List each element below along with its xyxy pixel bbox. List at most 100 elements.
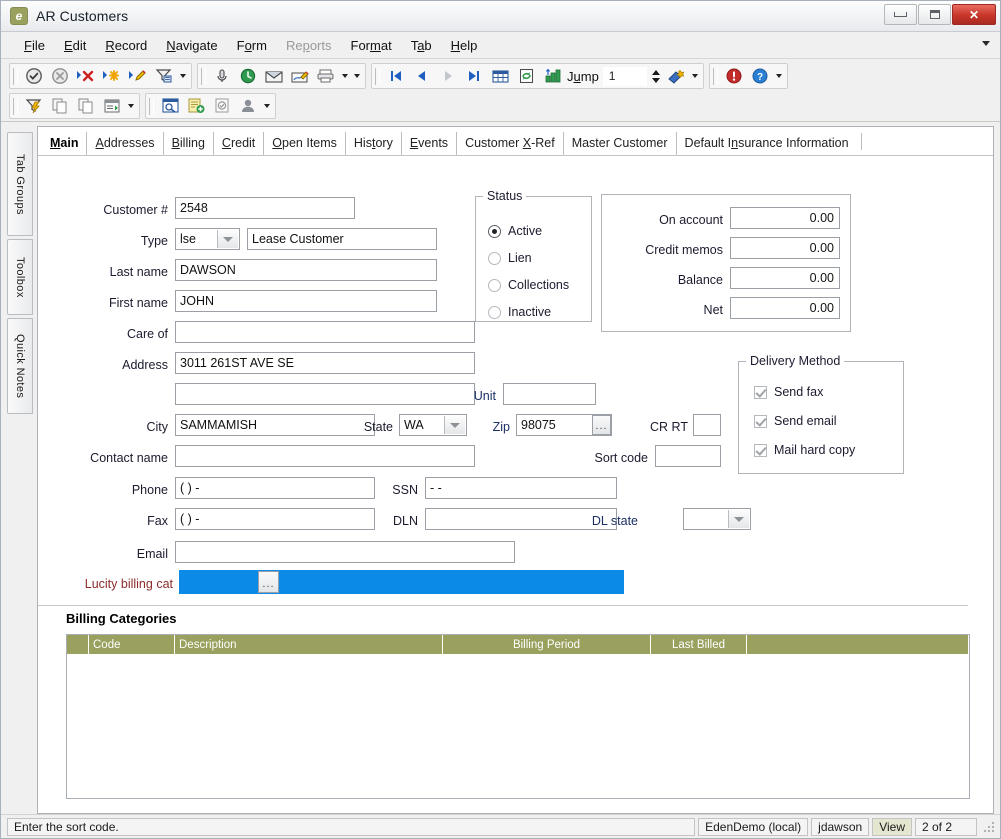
menu-file[interactable]: File bbox=[15, 36, 55, 55]
state-combo[interactable]: WA bbox=[399, 414, 467, 436]
previous-record-icon[interactable] bbox=[409, 64, 435, 88]
chevron-down-icon[interactable] bbox=[444, 416, 465, 434]
signature-icon[interactable] bbox=[287, 64, 313, 88]
menu-format[interactable]: Format bbox=[342, 36, 402, 55]
column-header-last-billed[interactable]: Last Billed bbox=[651, 635, 747, 654]
cancel-icon[interactable] bbox=[47, 64, 73, 88]
vertical-tab-toolbox[interactable]: Toolbox bbox=[7, 239, 33, 315]
status-radio-collections[interactable]: Collections bbox=[488, 278, 569, 292]
care-of-input[interactable] bbox=[175, 321, 475, 343]
column-header-code[interactable]: Code bbox=[89, 635, 175, 654]
chevron-down-icon[interactable] bbox=[217, 230, 238, 248]
column-header-filler[interactable] bbox=[747, 635, 969, 654]
bookmark-icon[interactable] bbox=[663, 64, 689, 88]
vertical-tab-quick-notes[interactable]: Quick Notes bbox=[7, 318, 33, 414]
tab-credit[interactable]: Credit bbox=[212, 132, 263, 155]
report-icon[interactable] bbox=[99, 94, 125, 118]
ssn-input[interactable]: - - bbox=[425, 477, 617, 499]
delivery-checkbox-mail-hard-copy[interactable]: Mail hard copy bbox=[754, 443, 855, 457]
toolbar-overflow-caret[interactable] bbox=[261, 94, 273, 118]
toolbar-grip[interactable] bbox=[375, 67, 380, 85]
zip-browse-button[interactable]: ... bbox=[592, 415, 611, 435]
email-input[interactable] bbox=[175, 541, 515, 563]
address-line1-input[interactable]: 3011 261ST AVE SE bbox=[175, 352, 475, 374]
jump-spinner[interactable] bbox=[650, 65, 663, 87]
quick-filter-icon[interactable] bbox=[21, 94, 47, 118]
toolbar-grip[interactable] bbox=[712, 67, 718, 85]
maximize-button[interactable] bbox=[918, 4, 951, 25]
user-icon[interactable] bbox=[235, 94, 261, 118]
last-name-input[interactable]: DAWSON bbox=[175, 259, 437, 281]
status-radio-active[interactable]: Active bbox=[488, 224, 542, 238]
tab-customer-x-ref[interactable]: Customer X-Ref bbox=[456, 132, 563, 155]
tab-default-insurance-information[interactable]: Default Insurance Information bbox=[675, 132, 857, 155]
customer-number-input[interactable]: 2548 bbox=[175, 197, 355, 219]
column-header-select[interactable] bbox=[67, 635, 89, 654]
menu-navigate[interactable]: Navigate bbox=[157, 36, 227, 55]
menu-help[interactable]: Help bbox=[442, 36, 488, 55]
type-code-combo[interactable]: lse bbox=[175, 228, 240, 250]
toolbar-overflow-caret[interactable] bbox=[689, 64, 701, 88]
copy-icon[interactable] bbox=[47, 94, 73, 118]
close-button[interactable]: ✕ bbox=[952, 4, 996, 25]
toolbar-overflow-caret[interactable] bbox=[177, 64, 189, 88]
view-detail-icon[interactable] bbox=[157, 94, 183, 118]
tab-master-customer[interactable]: Master Customer bbox=[562, 132, 676, 155]
schedule-icon[interactable] bbox=[235, 64, 261, 88]
tab-billing[interactable]: Billing bbox=[162, 132, 213, 155]
fax-input[interactable]: ( ) - bbox=[175, 508, 375, 530]
column-header-description[interactable]: Description bbox=[175, 635, 443, 654]
delivery-checkbox-send-email[interactable]: Send email bbox=[754, 414, 837, 428]
filter-icon[interactable] bbox=[151, 64, 177, 88]
refresh-icon[interactable] bbox=[513, 64, 539, 88]
toolbar-grip[interactable] bbox=[13, 97, 18, 115]
first-record-icon[interactable] bbox=[383, 64, 409, 88]
resize-grip-icon[interactable] bbox=[982, 820, 996, 834]
address-line2-input[interactable] bbox=[175, 383, 475, 405]
tab-main[interactable]: Main bbox=[42, 132, 86, 155]
tab-history[interactable]: History bbox=[344, 132, 401, 155]
print-icon[interactable] bbox=[313, 64, 339, 88]
delete-record-icon[interactable] bbox=[73, 64, 99, 88]
menu-overflow-icon[interactable] bbox=[982, 41, 990, 46]
next-record-icon[interactable] bbox=[435, 64, 461, 88]
status-radio-inactive[interactable]: Inactive bbox=[488, 305, 551, 319]
menu-form[interactable]: Form bbox=[228, 36, 277, 55]
vertical-tab-tab-groups[interactable]: Tab Groups bbox=[7, 132, 33, 236]
dl-state-combo[interactable] bbox=[683, 508, 751, 530]
toolbar-grip[interactable] bbox=[149, 97, 154, 115]
tab-addresses[interactable]: Addresses bbox=[86, 132, 162, 155]
chevron-down-icon[interactable] bbox=[728, 510, 749, 528]
minimize-button[interactable] bbox=[884, 4, 917, 25]
contact-name-input[interactable] bbox=[175, 445, 475, 467]
cr-rt-input[interactable] bbox=[693, 414, 721, 436]
help-icon[interactable]: ? bbox=[747, 64, 773, 88]
validate-icon[interactable] bbox=[209, 94, 235, 118]
grid-view-icon[interactable] bbox=[487, 64, 513, 88]
paste-icon[interactable] bbox=[73, 94, 99, 118]
billing-categories-grid[interactable]: Code Description Billing Period Last Bil… bbox=[66, 634, 970, 799]
email-icon[interactable] bbox=[261, 64, 287, 88]
menu-tab[interactable]: Tab bbox=[402, 36, 442, 55]
status-radio-lien[interactable]: Lien bbox=[488, 251, 532, 265]
add-note-icon[interactable] bbox=[183, 94, 209, 118]
toolbar-grip[interactable] bbox=[13, 67, 18, 85]
sort-icon[interactable] bbox=[539, 64, 565, 88]
jump-input[interactable]: 1 bbox=[602, 66, 647, 86]
last-record-icon[interactable] bbox=[461, 64, 487, 88]
menu-record[interactable]: Record bbox=[96, 36, 157, 55]
toolbar-grip[interactable] bbox=[201, 67, 206, 85]
tab-open-items[interactable]: Open Items bbox=[263, 132, 345, 155]
column-header-billing-period[interactable]: Billing Period bbox=[443, 635, 651, 654]
lucity-billing-cat-browse-button[interactable]: ... bbox=[258, 571, 279, 593]
new-record-icon[interactable] bbox=[99, 64, 125, 88]
edit-record-icon[interactable] bbox=[125, 64, 151, 88]
delivery-checkbox-send-fax[interactable]: Send fax bbox=[754, 385, 823, 399]
lucity-billing-cat-input[interactable] bbox=[179, 570, 624, 594]
alert-icon[interactable] bbox=[721, 64, 747, 88]
tab-events[interactable]: Events bbox=[400, 132, 456, 155]
toolbar-overflow-caret[interactable] bbox=[351, 64, 363, 88]
toolbar-overflow-caret[interactable] bbox=[125, 94, 137, 118]
menu-edit[interactable]: Edit bbox=[55, 36, 96, 55]
phone-input[interactable]: ( ) - bbox=[175, 477, 375, 499]
